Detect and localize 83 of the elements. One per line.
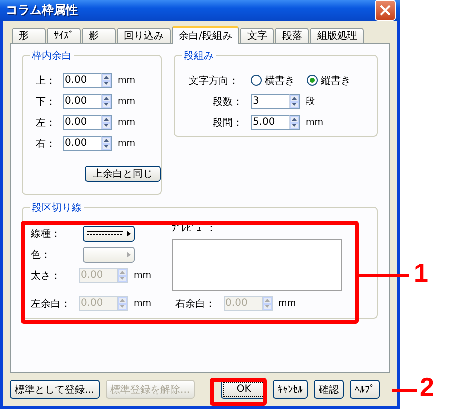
number-field[interactable]: 0.00 [63,73,101,88]
radio-button[interactable] [251,75,262,86]
radio-option[interactable]: 横書き [251,74,295,88]
caret-icon [127,252,131,258]
field-label: 上： [35,74,57,88]
field-label: 左余白： [31,298,72,310]
leader-line [359,274,409,277]
field-label: 太さ： [31,270,62,282]
window-title: コラム枠属性 [6,2,78,19]
up-arrow-icon [104,138,109,142]
callout-number: 2 [420,372,434,403]
field-label: 色： [31,248,52,262]
dialog-button[interactable]: ｷｬﾝｾﾙ [273,380,308,399]
down-arrow-icon [104,145,109,148]
down-arrow-icon [120,277,125,280]
up-arrow-icon [104,118,109,121]
highlight-frame [210,378,267,406]
unit-label: mm [118,118,136,128]
radio-option[interactable]: 縦書き [307,74,351,88]
unit-label: mm [278,298,296,308]
group-title: 段組み [182,49,216,63]
field-label: 右： [35,138,57,150]
line-type-dropdown[interactable] [83,226,135,242]
field-label: 文字方向： [189,74,239,88]
down-arrow-icon [292,103,297,106]
unit-label: mm [306,118,324,128]
tab[interactable]: ｻｲｽﾞ [47,28,81,43]
tab[interactable]: 形 [12,28,46,43]
down-arrow-icon [104,82,109,86]
unit-label: 段 [306,96,315,108]
tab[interactable]: 組版処理 [310,28,364,43]
tab[interactable]: 文字 [240,28,274,43]
tab[interactable]: 余白/段組み [172,26,240,44]
up-arrow-icon [292,96,297,100]
close-button[interactable] [375,0,396,21]
tab[interactable]: 回り込み [117,28,171,43]
spin-buttons[interactable] [101,73,112,88]
dialog-button[interactable]: 確認 [314,380,344,399]
dialog-button[interactable]: 標準として登録... [10,380,100,399]
up-arrow-icon [264,298,270,302]
tab[interactable]: 段落 [275,28,310,43]
field-label: 右余白： [176,298,217,310]
close-icon [380,5,391,16]
same-as-top-button[interactable]: 上余白と同じ [85,166,161,182]
number-field[interactable]: 0.00 [63,136,101,151]
spin-buttons[interactable] [101,94,112,109]
up-arrow-icon [104,96,109,100]
unit-label: mm [118,96,136,106]
dialog-button[interactable]: ﾍﾙﾌﾟ [350,380,380,399]
field-label: 線種： [31,228,62,240]
number-field[interactable]: 0.00 [63,94,101,109]
field-label: 下： [35,96,57,108]
number-field[interactable]: 5.00 [251,115,289,130]
down-arrow-icon [104,103,109,106]
callout-number: 1 [414,258,428,289]
down-arrow-icon [292,124,297,128]
unit-label: mm [134,270,152,280]
caret-icon [127,230,131,236]
spin-buttons[interactable] [289,115,300,130]
up-arrow-icon [120,270,125,274]
leader-line [392,389,417,392]
up-arrow-icon [292,118,297,121]
up-arrow-icon [120,298,125,302]
unit-label: mm [118,76,136,86]
down-arrow-icon [104,124,109,128]
tab[interactable]: 影 [82,28,116,43]
field-label: 段間： [212,116,244,130]
group-title: 段区切り線 [30,201,84,215]
radio-button[interactable] [307,75,318,86]
group-title: 枠内余白 [30,49,74,63]
field-label: 段数： [212,96,244,108]
spin-buttons[interactable] [101,136,112,151]
spin-buttons[interactable] [289,94,300,109]
up-arrow-icon [104,76,109,79]
down-arrow-icon [264,305,270,308]
number-field[interactable]: 0.00 [63,115,101,130]
field-label: 左： [35,116,57,130]
down-arrow-icon [120,305,125,308]
unit-label: mm [134,298,152,308]
line-style-icon [87,230,123,236]
spin-buttons[interactable] [101,115,112,130]
number-field[interactable]: 3 [251,94,289,109]
unit-label: mm [118,138,136,148]
